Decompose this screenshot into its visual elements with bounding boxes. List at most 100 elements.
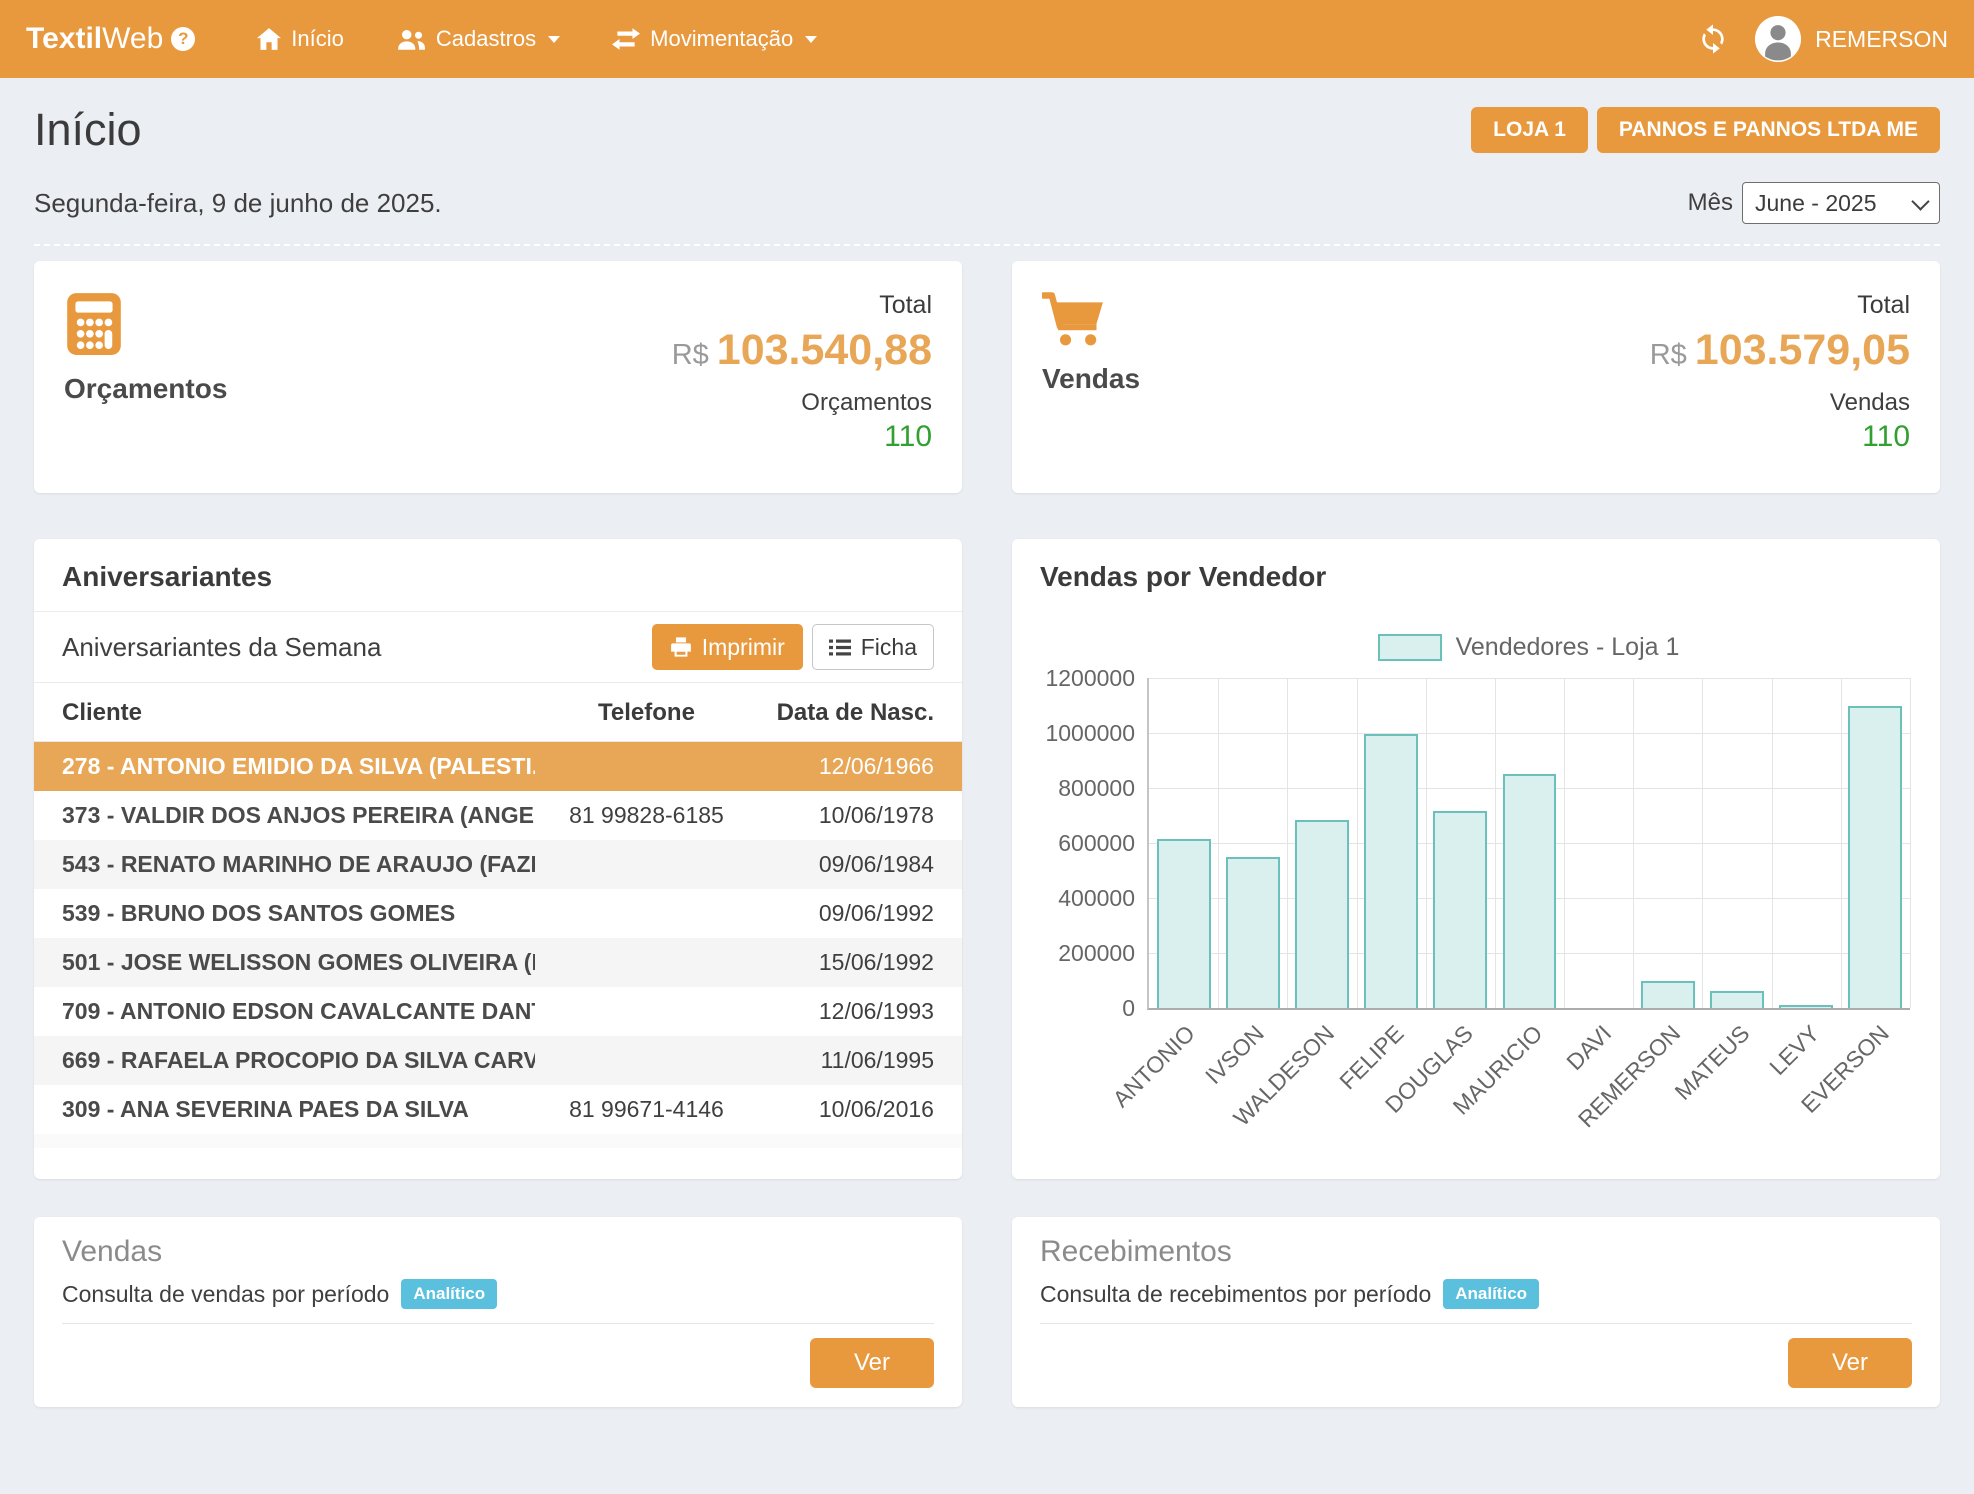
nav-item-label: Cadastros	[436, 26, 536, 52]
cell-cliente: 309 - ANA SEVERINA PAES DA SILVA	[34, 1096, 535, 1123]
nav-item-label: Início	[291, 26, 344, 52]
x-tick-label: ANTONIO	[1108, 1020, 1201, 1113]
gridline	[1633, 678, 1634, 1008]
help-icon[interactable]: ?	[171, 27, 195, 51]
chart-panel-title: Vendas por Vendedor	[1012, 539, 1940, 611]
gridline	[1772, 678, 1773, 1008]
chart-plot	[1147, 678, 1910, 1010]
cell-data-nasc: 10/06/1978	[758, 802, 962, 829]
chevron-down-icon	[548, 36, 560, 43]
navbar: TextilWeb ? Início Cadastros Movimentaçã…	[0, 0, 1974, 78]
table-row[interactable]: 669 - RAFAELA PROCOPIO DA SILVA CARVA...…	[34, 1036, 962, 1085]
ficha-button[interactable]: Ficha	[812, 624, 934, 670]
cell-telefone: 81 99671-4146	[535, 1096, 758, 1123]
gridline	[1910, 678, 1911, 1008]
cell-cliente: 373 - VALDIR DOS ANJOS PEREIRA (ANGELA)	[34, 802, 535, 829]
calculator-icon	[64, 291, 227, 357]
cell-data-nasc: 10/06/2016	[758, 1096, 962, 1123]
stat-count-label: Vendas	[1650, 389, 1910, 417]
users-icon	[396, 28, 426, 50]
legend-swatch	[1378, 634, 1442, 661]
gridline	[1564, 678, 1565, 1008]
table-scroll-area[interactable]	[34, 1134, 962, 1148]
column-telefone: Telefone	[535, 699, 758, 727]
brand-bold: Textil	[26, 22, 102, 56]
cell-cliente: 709 - ANTONIO EDSON CAVALCANTE DANTAS	[34, 998, 535, 1025]
nav-item-movimentacao[interactable]: Movimentação	[612, 26, 817, 52]
receipts-report-title: Recebimentos	[1040, 1235, 1912, 1269]
print-button[interactable]: Imprimir	[652, 624, 803, 670]
sales-by-seller-panel: Vendas por Vendedor Vendedores - Loja 1 …	[1012, 539, 1940, 1179]
table-row[interactable]: 539 - BRUNO DOS SANTOS GOMES09/06/1992	[34, 889, 962, 938]
sales-report-panel: Vendas Consulta de vendas por período An…	[34, 1217, 962, 1407]
print-button-label: Imprimir	[702, 634, 785, 661]
month-select[interactable]: June - 2025	[1742, 182, 1940, 224]
receipts-ver-button[interactable]: Ver	[1788, 1338, 1912, 1388]
legend-label: Vendedores - Loja 1	[1456, 633, 1680, 662]
birthdays-subtitle: Aniversariantes da Semana	[62, 632, 381, 663]
currency-symbol: R$	[1650, 339, 1687, 371]
table-row[interactable]: 278 - ANTONIO EMIDIO DA SILVA (PALESTI..…	[34, 742, 962, 791]
gridline	[1426, 678, 1427, 1008]
stat-count: 110	[1650, 420, 1910, 454]
avatar	[1755, 16, 1801, 62]
chart-legend: Vendedores - Loja 1	[1147, 633, 1910, 662]
chart-x-labels: ANTONIOIVSONWALDESONFELIPEDOUGLASMAURICI…	[1147, 1010, 1910, 1135]
chart-bar-felipe	[1364, 734, 1418, 1008]
sales-ver-button[interactable]: Ver	[810, 1338, 934, 1388]
stat-title: Orçamentos	[64, 373, 227, 405]
refresh-icon[interactable]	[1697, 23, 1729, 55]
printer-icon	[670, 636, 692, 658]
chart-bar-waldeson	[1295, 820, 1349, 1008]
cell-data-nasc: 12/06/1966	[758, 753, 962, 780]
currency-symbol: R$	[672, 339, 709, 371]
ficha-button-label: Ficha	[861, 634, 917, 661]
month-filter: Mês June - 2025	[1688, 182, 1940, 224]
gridline	[1149, 678, 1910, 679]
home-icon	[257, 28, 281, 50]
divider	[62, 1323, 934, 1324]
cell-data-nasc: 11/06/1995	[758, 1047, 962, 1074]
stat-title: Vendas	[1042, 363, 1140, 395]
store-button[interactable]: LOJA 1	[1471, 107, 1588, 153]
birthdays-panel-title: Aniversariantes	[34, 539, 962, 612]
analitico-badge: Analítico	[401, 1279, 497, 1309]
cell-cliente: 669 - RAFAELA PROCOPIO DA SILVA CARVA...	[34, 1047, 535, 1074]
table-row[interactable]: 501 - JOSE WELISSON GOMES OLIVEIRA (E...…	[34, 938, 962, 987]
table-row[interactable]: 309 - ANA SEVERINA PAES DA SILVA81 99671…	[34, 1085, 962, 1134]
cell-data-nasc: 15/06/1992	[758, 949, 962, 976]
cart-icon	[1042, 291, 1140, 347]
store-buttons: LOJA 1 PANNOS E PANNOS LTDA ME	[1471, 107, 1940, 153]
nav-item-inicio[interactable]: Início	[257, 26, 344, 52]
chart-bar-mateus	[1710, 991, 1764, 1008]
list-icon	[829, 638, 851, 657]
birthdays-panel: Aniversariantes Aniversariantes da Seman…	[34, 539, 962, 1179]
birthdays-table-body: 278 - ANTONIO EMIDIO DA SILVA (PALESTI..…	[34, 742, 962, 1134]
gridline	[1149, 733, 1910, 734]
cell-cliente: 501 - JOSE WELISSON GOMES OLIVEIRA (E...	[34, 949, 535, 976]
current-date: Segunda-feira, 9 de junho de 2025.	[34, 188, 442, 219]
gridline	[1841, 678, 1842, 1008]
table-row[interactable]: 543 - RENATO MARINHO DE ARAUJO (FAZE...0…	[34, 840, 962, 889]
page-title: Início	[34, 104, 142, 156]
cell-data-nasc: 09/06/1992	[758, 900, 962, 927]
stat-count-label: Orçamentos	[672, 389, 932, 417]
username: REMERSON	[1815, 26, 1948, 53]
stat-value: 103.540,88	[717, 326, 932, 374]
sales-report-description: Consulta de vendas por período	[62, 1281, 389, 1308]
x-tick-label: DAVI	[1561, 1020, 1617, 1076]
chart-y-labels: 120000010000008000006000004000002000000	[1042, 678, 1147, 1008]
company-button[interactable]: PANNOS E PANNOS LTDA ME	[1597, 107, 1940, 153]
chart-bar-douglas	[1433, 811, 1487, 1008]
brand-logo[interactable]: TextilWeb ?	[26, 22, 195, 56]
nav-right: REMERSON	[1697, 16, 1948, 62]
table-row[interactable]: 373 - VALDIR DOS ANJOS PEREIRA (ANGELA)8…	[34, 791, 962, 840]
table-row[interactable]: 709 - ANTONIO EDSON CAVALCANTE DANTAS12/…	[34, 987, 962, 1036]
nav-item-cadastros[interactable]: Cadastros	[396, 26, 560, 52]
nav-items: Início Cadastros Movimentação	[257, 26, 817, 52]
user-menu[interactable]: REMERSON	[1755, 16, 1948, 62]
cell-cliente: 543 - RENATO MARINHO DE ARAUJO (FAZE...	[34, 851, 535, 878]
column-data-nasc: Data de Nasc.	[758, 699, 962, 727]
gridline	[1287, 678, 1288, 1008]
cell-telefone: 81 99828-6185	[535, 802, 758, 829]
